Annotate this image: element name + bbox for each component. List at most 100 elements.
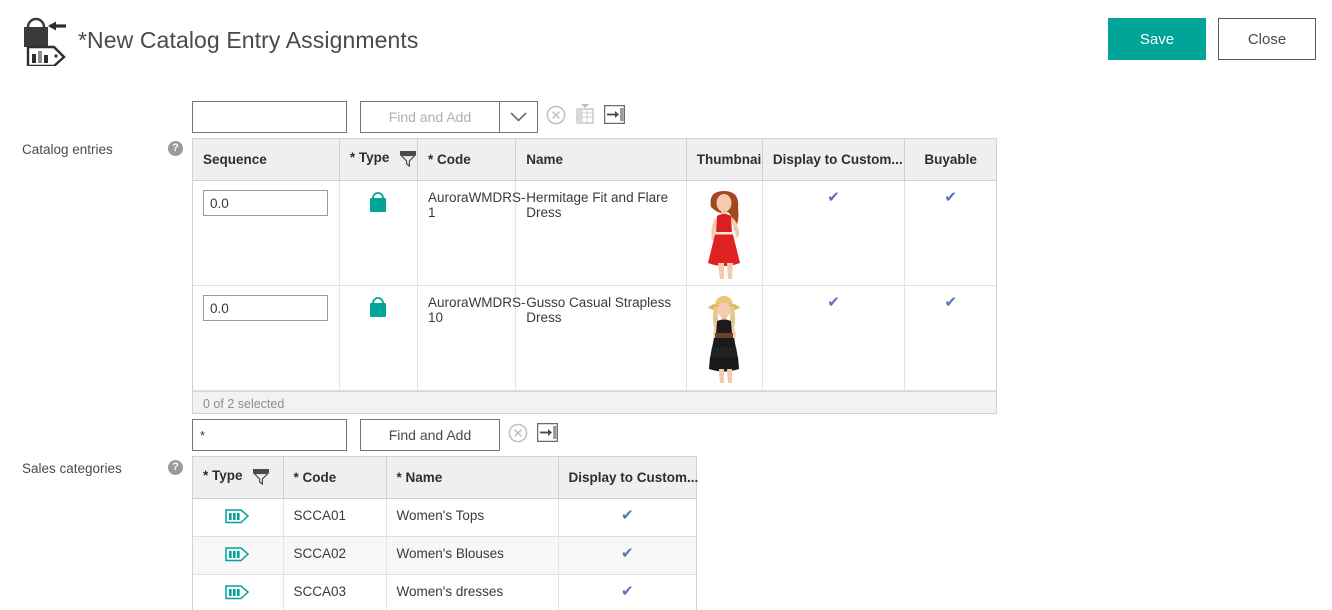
cell-buyable: ✔	[904, 180, 996, 286]
cell-thumbnail	[686, 285, 763, 391]
check-icon: ✔	[620, 507, 634, 524]
catalog-entries-header-row: Sequence * Type * Code Name Thumbnai Dis…	[193, 139, 996, 181]
check-icon: ✔	[620, 545, 634, 562]
cell-display-to-customer: ✔	[558, 498, 696, 537]
cell-sequence	[193, 180, 340, 286]
cell-name: Hermitage Fit and Flare Dress	[515, 180, 687, 286]
filter-funnel-icon[interactable]	[398, 148, 418, 171]
cell-thumbnail	[686, 180, 763, 286]
cell-buyable: ✔	[904, 285, 996, 391]
catalog-entries-insert-column-button[interactable]	[603, 104, 625, 129]
catalog-entries-table: Sequence * Type * Code Name Thumbnai Dis…	[193, 139, 996, 391]
table-row[interactable]: SCCA03 Women's dresses ✔	[193, 574, 696, 610]
cell-code: SCCA01	[283, 498, 387, 537]
cell-display-to-customer: ✔	[762, 285, 906, 391]
insert-column-icon	[536, 422, 558, 447]
column-header-thumbnail[interactable]: Thumbnai	[686, 139, 763, 181]
column-header-type-label: * Type	[349, 150, 390, 165]
sales-categories-table: * Type * Code * Name Display to Custom..…	[193, 457, 698, 610]
column-header-display-to-customer[interactable]: Display to Custom...	[762, 139, 906, 181]
check-icon: ✔	[944, 294, 957, 311]
filter-table-icon	[575, 104, 595, 130]
catalog-entries-label: Catalog entries	[22, 142, 113, 157]
cell-name: Women's Blouses	[386, 536, 559, 575]
catalog-entries-find-and-add-dropdown[interactable]	[500, 101, 538, 133]
sales-categories-insert-column-button[interactable]	[536, 422, 558, 447]
cell-display-to-customer: ✔	[558, 536, 696, 575]
sales-category-tag-icon	[225, 585, 251, 603]
catalog-entries-search-input[interactable]	[192, 101, 347, 133]
cell-name: Women's Tops	[386, 498, 559, 537]
catalog-entries-clear-button[interactable]	[545, 105, 567, 130]
column-header-code[interactable]: * Code	[417, 139, 517, 181]
sales-categories-grid: * Type * Code * Name Display to Custom..…	[192, 456, 698, 610]
page-header: *New Catalog Entry Assignments Save Clos…	[0, 0, 1332, 78]
column-header-type-label: * Type	[203, 468, 243, 483]
check-icon: ✔	[827, 294, 840, 311]
catalog-entries-toolbar: Find and Add	[192, 101, 625, 133]
column-header-sequence[interactable]: Sequence	[193, 139, 340, 181]
cell-type	[193, 498, 284, 537]
check-icon: ✔	[944, 189, 957, 206]
catalog-entries-find-and-add-group: Find and Add	[360, 101, 538, 133]
column-header-name[interactable]: Name	[515, 139, 687, 181]
cell-code: AuroraWMDRS-1	[417, 180, 526, 286]
title-area: *New Catalog Entry Assignments	[18, 14, 419, 68]
insert-column-icon	[603, 104, 625, 129]
column-header-type[interactable]: * Type	[339, 139, 419, 181]
sales-categories-help-icon[interactable]: ?	[168, 460, 183, 475]
filter-funnel-icon[interactable]	[251, 466, 271, 489]
cell-name: Gusso Casual Strapless Dress	[515, 285, 687, 391]
table-row[interactable]: AuroraWMDRS-1 Hermitage Fit and Flare Dr…	[193, 180, 996, 286]
cell-sequence	[193, 285, 340, 391]
page-title: *New Catalog Entry Assignments	[78, 26, 419, 53]
sales-categories-clear-button[interactable]	[507, 423, 529, 448]
sales-categories-find-and-add-button[interactable]: Find and Add	[360, 419, 500, 451]
black-dress-model-thumbnail	[690, 290, 758, 386]
sales-categories-label: Sales categories	[22, 461, 122, 476]
column-header-buyable[interactable]: Buyable	[904, 139, 996, 181]
catalog-entries-filter-table-button[interactable]	[574, 104, 596, 130]
table-row[interactable]: SCCA01 Women's Tops ✔	[193, 498, 696, 537]
sales-categories-search-input[interactable]	[192, 419, 347, 451]
save-button[interactable]: Save	[1108, 18, 1206, 60]
cell-type	[193, 574, 284, 610]
table-row[interactable]: SCCA02 Women's Blouses ✔	[193, 536, 696, 575]
sequence-input-row-2[interactable]	[203, 295, 328, 321]
cell-display-to-customer: ✔	[762, 180, 906, 286]
table-row[interactable]: AuroraWMDRS-10 Gusso Casual Strapless Dr…	[193, 285, 996, 391]
page-root: *New Catalog Entry Assignments Save Clos…	[0, 0, 1332, 610]
red-dress-model-thumbnail	[690, 185, 758, 281]
column-header-display-to-customer[interactable]: Display to Custom...	[558, 457, 698, 499]
cell-type	[339, 285, 419, 391]
check-icon: ✔	[827, 189, 840, 206]
catalog-entries-selection-footer: 0 of 2 selected	[193, 391, 996, 413]
catalog-entries-find-and-add-button[interactable]: Find and Add	[360, 101, 500, 133]
sequence-input-row-1[interactable]	[203, 190, 328, 216]
sales-categories-header-row: * Type * Code * Name Display to Custom..…	[193, 457, 698, 499]
cell-display-to-customer: ✔	[558, 574, 696, 610]
sales-categories-toolbar: Find and Add	[192, 419, 558, 451]
check-icon: ✔	[620, 583, 634, 600]
cell-type	[339, 180, 419, 286]
column-header-type[interactable]: * Type	[193, 457, 284, 499]
cell-type	[193, 536, 284, 575]
catalog-entry-bag-icon	[367, 297, 389, 322]
sales-category-tag-icon	[225, 509, 251, 527]
sales-category-tag-icon	[225, 547, 251, 565]
catalog-entries-help-icon[interactable]: ?	[168, 141, 183, 156]
column-header-name[interactable]: * Name	[386, 457, 559, 499]
cell-name: Women's dresses	[386, 574, 559, 610]
close-button[interactable]: Close	[1218, 18, 1316, 60]
cell-code: AuroraWMDRS-10	[417, 285, 526, 391]
clear-circle-icon	[546, 105, 566, 130]
cell-code: SCCA02	[283, 536, 387, 575]
catalog-entry-assignment-icon	[18, 14, 68, 68]
clear-circle-icon	[508, 423, 528, 448]
catalog-entries-grid: Sequence * Type * Code Name Thumbnai Dis…	[192, 138, 997, 414]
column-header-code[interactable]: * Code	[283, 457, 387, 499]
header-actions: Save Close	[1108, 18, 1316, 60]
chevron-down-icon	[510, 109, 527, 125]
catalog-entry-bag-icon	[367, 192, 389, 217]
cell-code: SCCA03	[283, 574, 387, 610]
